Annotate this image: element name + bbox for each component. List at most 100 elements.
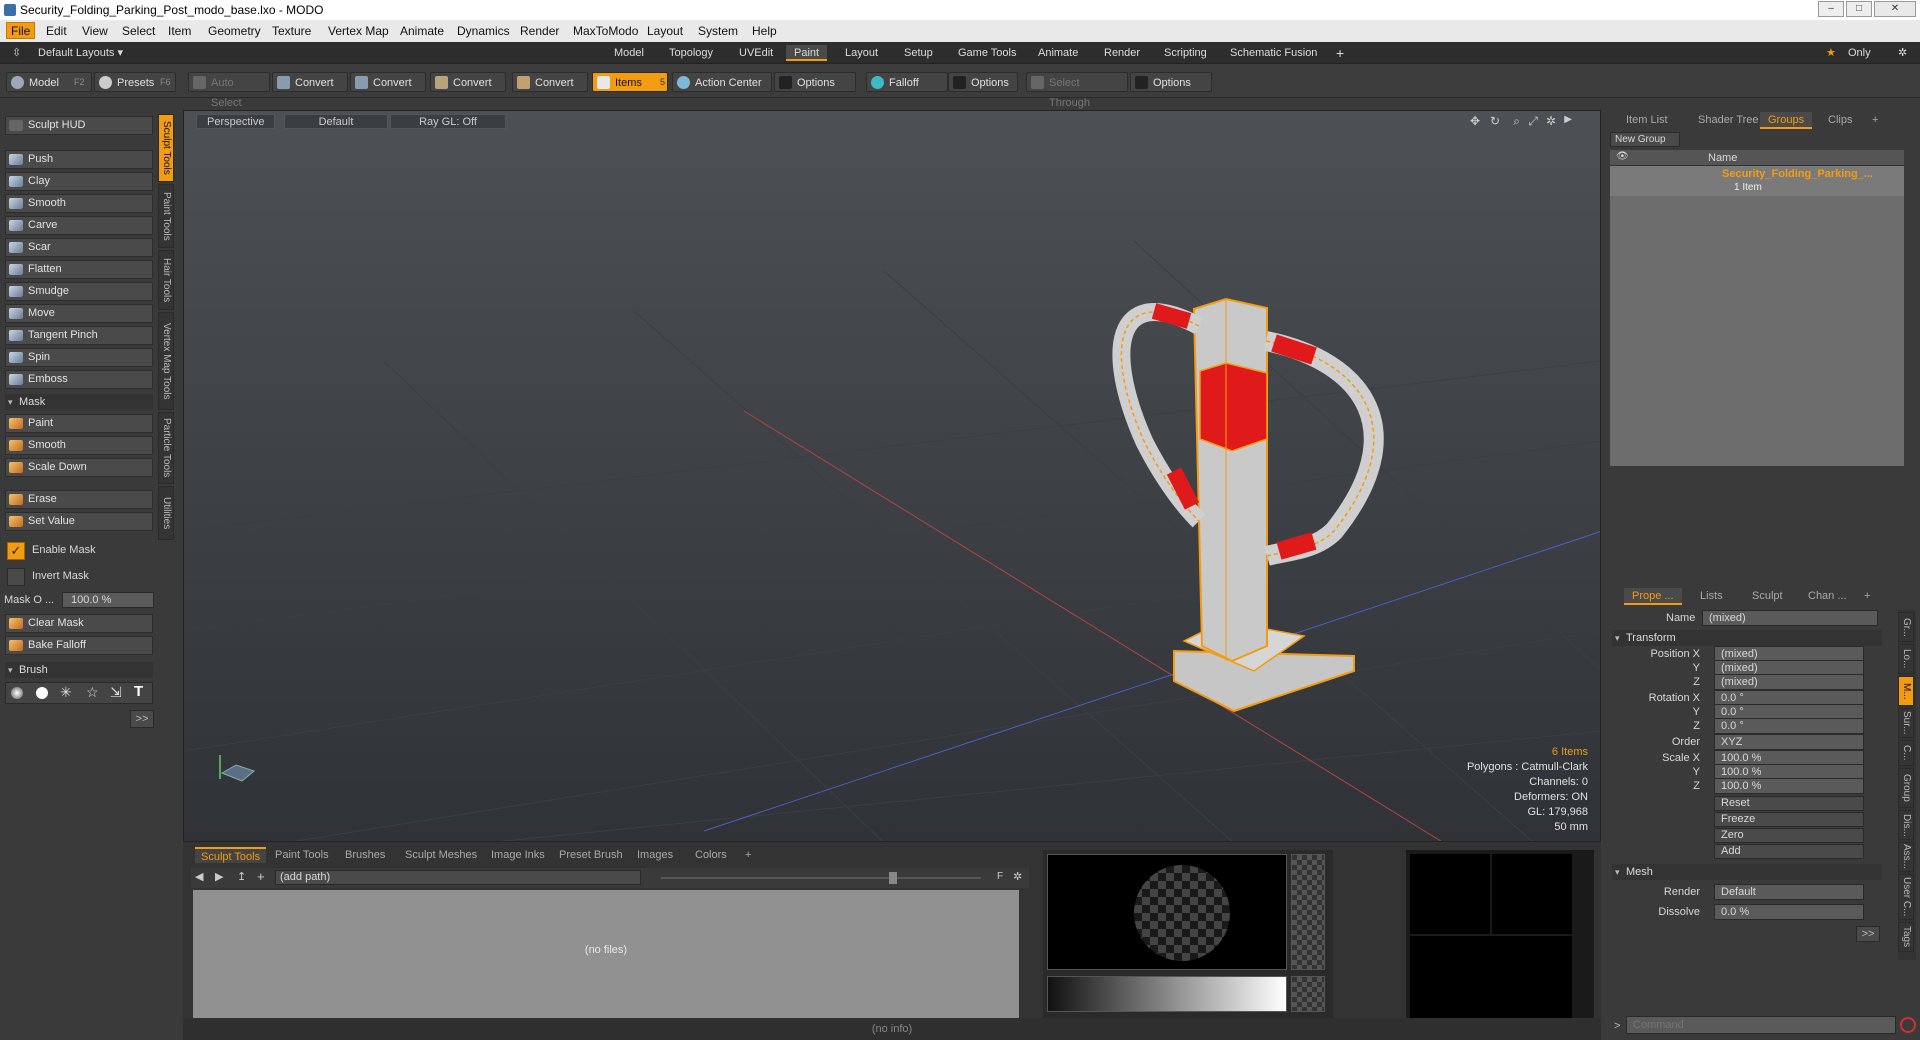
hard-brush-icon[interactable] [36, 687, 48, 699]
tab-sculpt[interactable]: Sculpt [1744, 588, 1791, 605]
btab-sculpt-tools[interactable]: Sculpt Tools [195, 847, 267, 863]
clear-mask-button[interactable]: Clear Mask [5, 614, 153, 633]
menu-vertex-map[interactable]: Vertex Map [328, 24, 389, 38]
minimize-icon[interactable]: – [1818, 1, 1844, 17]
tab-scripting[interactable]: Scripting [1156, 45, 1215, 61]
convert-button-1[interactable]: Convert [272, 72, 348, 92]
tab-animate[interactable]: Animate [1030, 45, 1086, 61]
erase-button[interactable]: Erase [5, 490, 153, 509]
side-tab-tags[interactable]: Tags [1898, 922, 1914, 952]
new-group-button[interactable]: New Group [1610, 132, 1680, 147]
tab-lists[interactable]: Lists [1692, 588, 1731, 605]
tab-add[interactable]: + [1864, 112, 1886, 129]
default-layouts-dropdown[interactable]: Default Layouts ▾ [30, 45, 131, 61]
tool-scar[interactable]: Scar [5, 238, 153, 257]
select-through-button[interactable]: Select Through [1026, 72, 1128, 109]
tab-game-tools[interactable]: Game Tools [950, 45, 1025, 61]
procedural-brush-icon[interactable]: ⇲ [110, 684, 122, 701]
dissolve-field[interactable]: 0.0 % [1714, 904, 1864, 920]
mask-scale-down[interactable]: Scale Down [5, 458, 153, 477]
set-value-button[interactable]: Set Value [5, 512, 153, 531]
add-dropdown[interactable]: Add [1714, 844, 1864, 859]
side-tab-dis[interactable]: Dis... [1898, 810, 1914, 840]
transform-section[interactable]: Transform [1612, 630, 1882, 646]
menu-render[interactable]: Render [520, 24, 559, 38]
menu-edit[interactable]: Edit [46, 24, 67, 38]
menu-file[interactable]: File [6, 22, 36, 39]
position-z-field[interactable]: (mixed) [1714, 674, 1864, 690]
side-tab-gr[interactable]: Gr... [1898, 612, 1914, 642]
menu-item[interactable]: Item [168, 24, 191, 38]
vtab-vertex-map-tools[interactable]: Vertex Map Tools [158, 312, 174, 410]
menu-animate[interactable]: Animate [400, 24, 444, 38]
menu-geometry[interactable]: Geometry [208, 24, 261, 38]
text-brush-icon[interactable]: T [134, 683, 143, 700]
mask-smooth[interactable]: Smooth [5, 436, 153, 455]
side-tab-m[interactable]: M... [1898, 676, 1914, 706]
tab-uvedit[interactable]: UVEdit [731, 45, 781, 61]
group-row[interactable]: Security_Folding_Parking_... 1 Item [1610, 166, 1904, 196]
tab-channels[interactable]: Chan ... [1800, 588, 1855, 605]
maximize-icon[interactable]: □ [1846, 1, 1872, 17]
browser-settings-icon[interactable]: ✲ [1013, 870, 1022, 883]
scale-z-field[interactable]: 100.0 % [1714, 778, 1864, 794]
gear-icon[interactable]: ✲ [1890, 45, 1915, 61]
btab-preset-brush[interactable]: Preset Brush [553, 847, 629, 863]
falloff-button[interactable]: Falloff [866, 72, 948, 92]
tab-add-prop[interactable]: + [1856, 588, 1878, 605]
more-button[interactable]: >> [130, 710, 154, 728]
reset-dropdown[interactable]: Reset [1714, 796, 1864, 811]
back-icon[interactable]: ◀ [195, 870, 203, 883]
enable-mask-checkbox[interactable]: ✓ [7, 542, 25, 560]
tab-paint[interactable]: Paint [786, 45, 828, 61]
vtab-paint-tools[interactable]: Paint Tools [158, 184, 174, 248]
vtab-sculpt-tools[interactable]: Sculpt Tools [158, 114, 174, 182]
layout-icon[interactable]: ⇳ [4, 45, 29, 61]
mask-opacity-field[interactable]: 100.0 % [62, 592, 154, 608]
convert-button-4[interactable]: Convert [512, 72, 588, 92]
tool-smooth[interactable]: Smooth [5, 194, 153, 213]
btab-image-inks[interactable]: Image Inks [485, 847, 551, 863]
close-icon[interactable]: ✕ [1874, 1, 1916, 17]
tool-smudge[interactable]: Smudge [5, 282, 153, 301]
tool-move[interactable]: Move [5, 304, 153, 323]
star-brush-icon[interactable]: ☆ [86, 684, 99, 701]
filter-button[interactable]: F [997, 871, 1003, 882]
tool-emboss[interactable]: Emboss [5, 370, 153, 389]
name-field[interactable]: (mixed) [1702, 610, 1878, 626]
tool-push[interactable]: Push [5, 150, 153, 169]
items-button[interactable]: Items [592, 72, 668, 92]
thumbnail-slider-handle[interactable] [889, 872, 897, 884]
invert-mask-checkbox[interactable] [7, 568, 25, 586]
tab-groups[interactable]: Groups [1760, 112, 1813, 129]
menu-dynamics[interactable]: Dynamics [457, 24, 510, 38]
auto-select-button[interactable]: Auto Select [188, 72, 270, 109]
options-button-2[interactable]: Options [948, 72, 1018, 92]
action-center-button[interactable]: Action Center [672, 72, 772, 92]
tool-spin[interactable]: Spin [5, 348, 153, 367]
tool-carve[interactable]: Carve [5, 216, 153, 235]
zero-dropdown[interactable]: Zero [1714, 828, 1864, 843]
bake-falloff-button[interactable]: Bake Falloff [5, 636, 153, 655]
rotation-z-field[interactable]: 0.0 ° [1714, 718, 1864, 734]
options-button-3[interactable]: Options [1130, 72, 1212, 92]
more-props-button[interactable]: >> [1856, 926, 1880, 942]
btab-add[interactable]: + [739, 847, 757, 863]
path-dropdown[interactable]: (add path) [275, 870, 641, 885]
tab-properties[interactable]: Prope ... [1624, 588, 1682, 605]
only-toggle[interactable]: Only [1840, 45, 1879, 61]
thumbnail-slider[interactable] [661, 877, 981, 879]
side-tab-user-channels[interactable]: User C... [1898, 874, 1914, 920]
side-tab-ass[interactable]: Ass... [1898, 842, 1914, 872]
btab-colors[interactable]: Colors [689, 847, 733, 863]
file-browser[interactable]: (no files) [193, 890, 1019, 1028]
3d-viewport[interactable]: Perspective Default Ray GL: Off ✥ ↻ ⌕ ⤢ … [183, 110, 1601, 842]
freeze-dropdown[interactable]: Freeze [1714, 812, 1864, 827]
tab-shader-tree[interactable]: Shader Tree [1690, 112, 1767, 129]
mask-paint[interactable]: Paint [5, 414, 153, 433]
vtab-utilities[interactable]: Utilities [158, 486, 174, 540]
menu-help[interactable]: Help [752, 24, 777, 38]
add-icon[interactable]: + [257, 869, 265, 884]
mask-section[interactable]: Mask [5, 394, 153, 410]
tool-clay[interactable]: Clay [5, 172, 153, 191]
